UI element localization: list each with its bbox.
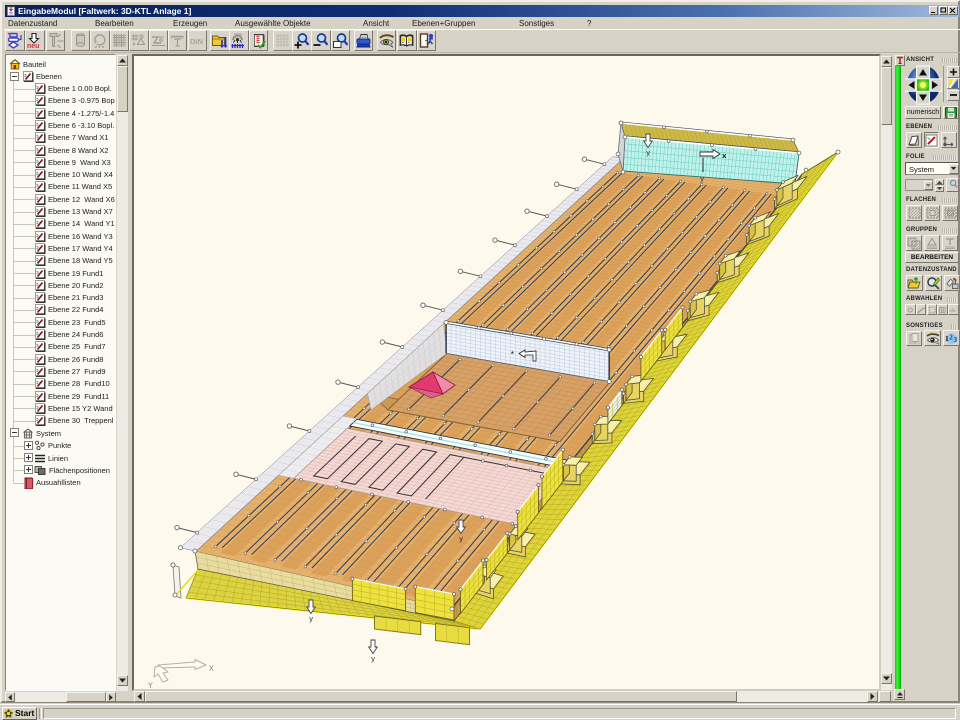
svg-text:X: X [209, 665, 214, 674]
svg-text:DIN: DIN [190, 37, 203, 46]
svg-text:3: 3 [953, 335, 957, 344]
svg-text:y: y [700, 176, 704, 184]
svg-text:y: y [459, 536, 463, 544]
svg-text:y: y [371, 656, 375, 664]
svg-text:alle: alle [950, 307, 957, 312]
svg-text:neu: neu [27, 43, 39, 49]
svg-text:y: y [646, 150, 650, 158]
svg-text:Y: Y [148, 682, 153, 689]
svg-text:x: x [722, 153, 727, 161]
svg-text:*: * [510, 351, 515, 360]
svg-text:y: y [309, 616, 313, 624]
